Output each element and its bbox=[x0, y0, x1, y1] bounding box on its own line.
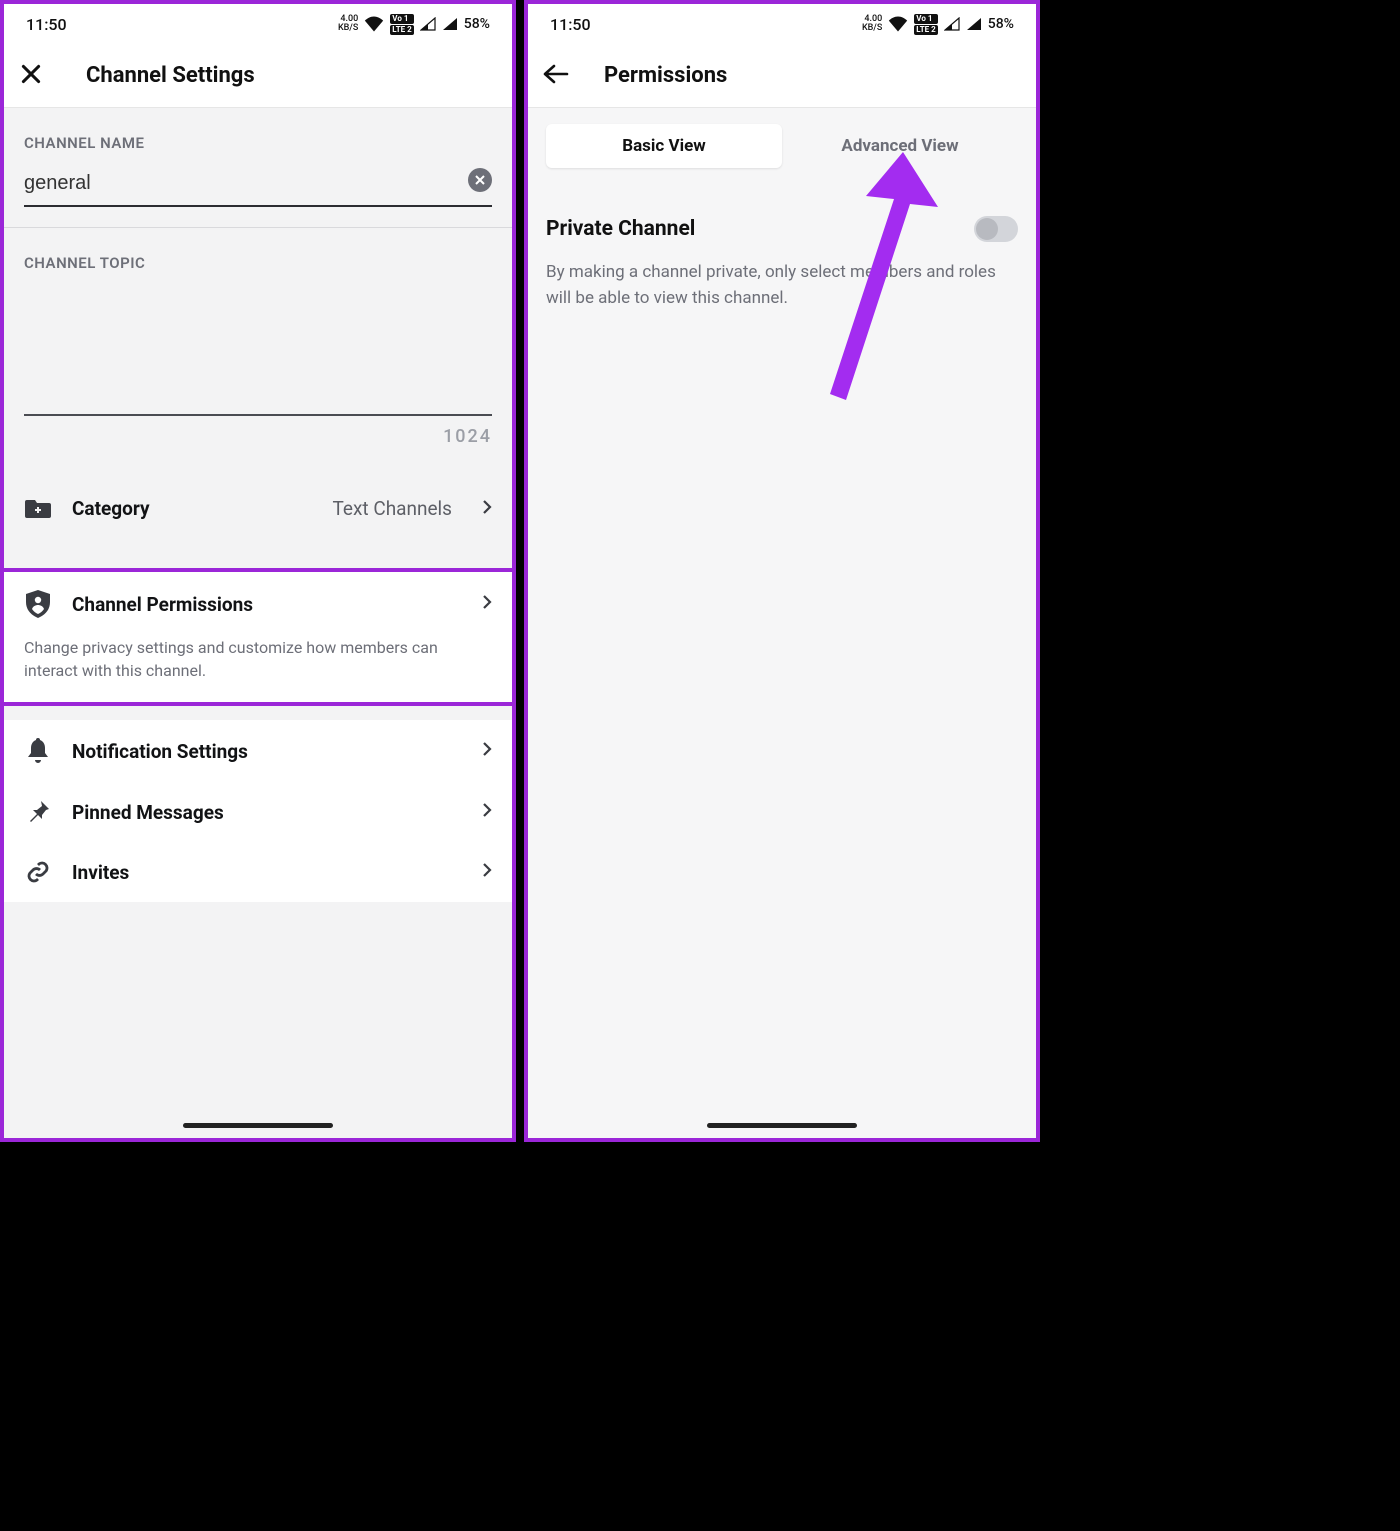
permissions-desc: Change privacy settings and customize ho… bbox=[4, 636, 512, 702]
category-value: Text Channels bbox=[332, 497, 452, 520]
topic-char-limit: 1024 bbox=[4, 420, 512, 479]
header: Channel Settings bbox=[4, 44, 512, 108]
channel-name-input[interactable] bbox=[24, 166, 492, 207]
page-title: Channel Settings bbox=[86, 63, 255, 88]
back-icon[interactable] bbox=[542, 63, 570, 89]
status-battery: 58% bbox=[464, 16, 490, 32]
pinned-label: Pinned Messages bbox=[72, 801, 462, 824]
page-title: Permissions bbox=[604, 63, 727, 88]
content-scroll[interactable]: Basic View Advanced View Private Channel… bbox=[528, 108, 1036, 1138]
private-channel-toggle[interactable] bbox=[974, 216, 1018, 242]
view-tabs: Basic View Advanced View bbox=[528, 108, 1036, 192]
close-icon[interactable] bbox=[18, 61, 44, 91]
private-channel-desc: By making a channel private, only select… bbox=[546, 260, 1018, 311]
pinned-row[interactable]: Pinned Messages bbox=[4, 782, 512, 842]
signal-2-icon bbox=[442, 17, 458, 31]
signal-2-icon bbox=[966, 17, 982, 31]
status-kbs: 4.00 KB/S bbox=[338, 15, 358, 33]
chevron-right-icon bbox=[482, 741, 492, 761]
wifi-icon bbox=[888, 16, 908, 32]
phone-permissions: 11:50 4.00 KB/S Vo 1 LTE 2 58% Permissio… bbox=[524, 0, 1040, 1142]
permissions-highlight: Channel Permissions Change privacy setti… bbox=[4, 568, 512, 706]
wifi-icon bbox=[364, 16, 384, 32]
channel-topic-input[interactable] bbox=[24, 286, 492, 416]
status-right: 4.00 KB/S Vo 1 LTE 2 58% bbox=[862, 14, 1014, 35]
phone-channel-settings: 11:50 4.00 KB/S Vo 1 LTE 2 58% Channel S… bbox=[0, 0, 516, 1142]
chevron-right-icon bbox=[482, 862, 492, 882]
pin-icon bbox=[24, 800, 52, 824]
signal-1-icon bbox=[420, 17, 436, 31]
channel-topic-label: CHANNEL TOPIC bbox=[4, 228, 512, 286]
chevron-right-icon bbox=[482, 802, 492, 822]
invites-row[interactable]: Invites bbox=[4, 842, 512, 902]
status-time: 11:50 bbox=[550, 15, 591, 34]
folder-plus-icon bbox=[24, 498, 52, 520]
shield-user-icon bbox=[24, 590, 52, 618]
channel-name-label: CHANNEL NAME bbox=[4, 108, 512, 166]
status-bar: 11:50 4.00 KB/S Vo 1 LTE 2 58% bbox=[528, 4, 1036, 44]
notifications-label: Notification Settings bbox=[72, 740, 462, 763]
lte-badges: Vo 1 LTE 2 bbox=[914, 14, 937, 35]
status-time: 11:50 bbox=[26, 15, 67, 34]
status-right: 4.00 KB/S Vo 1 LTE 2 58% bbox=[338, 14, 490, 35]
category-row[interactable]: Category Text Channels bbox=[4, 479, 512, 538]
clear-name-icon[interactable] bbox=[468, 168, 492, 192]
permissions-row[interactable]: Channel Permissions bbox=[4, 572, 512, 636]
invites-label: Invites bbox=[72, 861, 462, 884]
link-icon bbox=[24, 860, 52, 884]
status-battery: 58% bbox=[988, 16, 1014, 32]
content-scroll[interactable]: CHANNEL NAME CHANNEL TOPIC 1024 Category… bbox=[4, 108, 512, 1138]
gesture-bar bbox=[707, 1123, 857, 1128]
lte-badges: Vo 1 LTE 2 bbox=[390, 14, 413, 35]
private-channel-title: Private Channel bbox=[546, 217, 695, 241]
status-kbs: 4.00 KB/S bbox=[862, 15, 882, 33]
tab-basic-view[interactable]: Basic View bbox=[546, 124, 782, 168]
bell-icon bbox=[24, 738, 52, 764]
category-label: Category bbox=[72, 497, 312, 520]
permissions-label: Channel Permissions bbox=[72, 593, 462, 616]
tab-advanced-view[interactable]: Advanced View bbox=[782, 124, 1018, 168]
signal-1-icon bbox=[944, 17, 960, 31]
gesture-bar bbox=[183, 1123, 333, 1128]
chevron-right-icon bbox=[482, 499, 492, 519]
status-bar: 11:50 4.00 KB/S Vo 1 LTE 2 58% bbox=[4, 4, 512, 44]
chevron-right-icon bbox=[482, 594, 492, 614]
header: Permissions bbox=[528, 44, 1036, 108]
notifications-row[interactable]: Notification Settings bbox=[4, 720, 512, 782]
